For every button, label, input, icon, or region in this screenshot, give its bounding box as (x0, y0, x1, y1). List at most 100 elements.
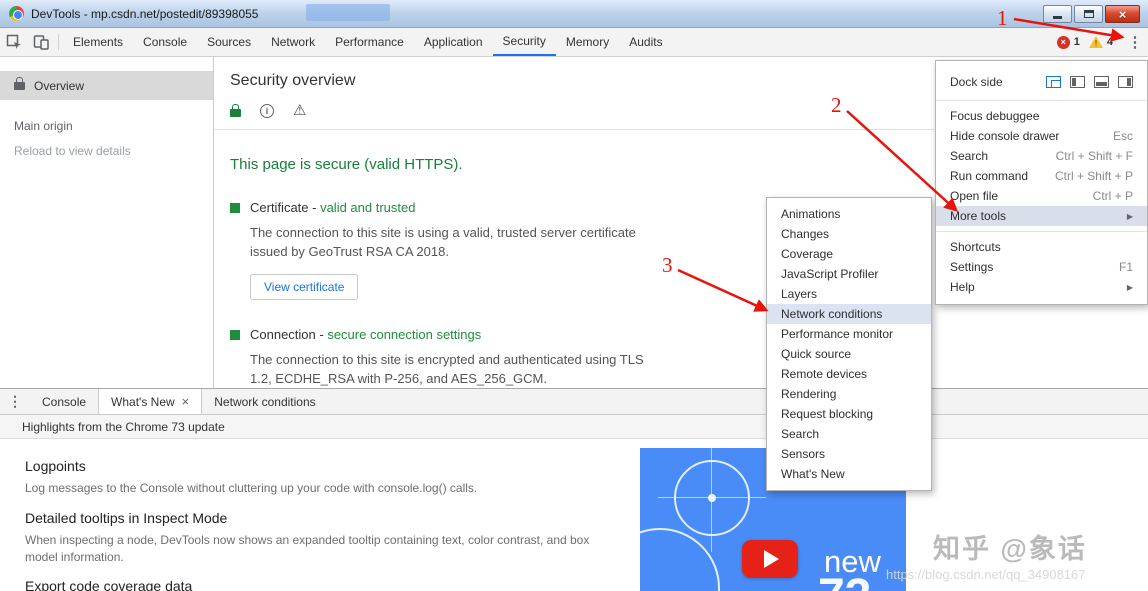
menu-item-quick-source[interactable]: Quick source (767, 344, 931, 364)
menu-item-hide-console-drawer[interactable]: Hide console drawer Esc (936, 126, 1147, 146)
dock-right-icon[interactable] (1118, 75, 1133, 88)
tab-audits[interactable]: Audits (619, 28, 672, 56)
menu-item-label: Help (950, 280, 975, 294)
menu-separator (936, 231, 1147, 232)
maximize-icon (1083, 10, 1094, 18)
whats-new-section: Logpoints Log messages to the Console wi… (25, 458, 1148, 497)
connection-description: The connection to this site is encrypted… (250, 351, 644, 386)
sidebar-item-overview[interactable]: Overview (0, 71, 213, 100)
submenu-arrow-icon: ▶ (1126, 282, 1133, 292)
connection-link[interactable]: secure connection settings (327, 327, 481, 342)
menu-item-whats-new[interactable]: What's New (767, 464, 931, 484)
undock-icon[interactable] (1046, 75, 1061, 88)
drawer-tabbar: ⋮ Console What's New × Network condition… (0, 389, 1148, 415)
submenu-arrow-icon: ▶ (1126, 211, 1133, 221)
menu-item-label: Search (950, 149, 989, 163)
menu-item-search[interactable]: Search (767, 424, 931, 444)
dock-icons (1046, 75, 1133, 88)
drawer-menu-kebab-icon[interactable]: ⋮ (0, 389, 30, 414)
menu-item-help[interactable]: Help ▶ (936, 277, 1147, 297)
close-tab-icon[interactable]: × (182, 395, 190, 408)
decor-circle (640, 528, 720, 591)
menu-item-rendering[interactable]: Rendering (767, 384, 931, 404)
tab-network[interactable]: Network (261, 28, 325, 56)
menu-item-sensors[interactable]: Sensors (767, 444, 931, 464)
dock-bottom-icon[interactable] (1094, 75, 1109, 88)
section-body: Log messages to the Console without clut… (25, 481, 478, 495)
secure-square-icon (230, 203, 240, 213)
view-certificate-button[interactable]: View certificate (250, 273, 359, 300)
tab-elements[interactable]: Elements (63, 28, 133, 56)
menu-item-performance-monitor[interactable]: Performance monitor (767, 324, 931, 344)
maximize-button[interactable] (1074, 5, 1103, 23)
more-tools-submenu: Animations Changes Coverage JavaScript P… (766, 197, 932, 491)
secure-lock-icon[interactable] (230, 103, 241, 117)
tab-performance[interactable]: Performance (325, 28, 414, 56)
youtube-play-button[interactable] (742, 540, 798, 578)
device-toolbar-icon[interactable] (27, 28, 54, 56)
tab-memory[interactable]: Memory (556, 28, 619, 56)
tab-application[interactable]: Application (414, 28, 493, 56)
menu-item-animations[interactable]: Animations (767, 204, 931, 224)
info-icon[interactable]: i (260, 103, 274, 118)
tab-sources[interactable]: Sources (197, 28, 261, 56)
window-controls: × (1043, 5, 1140, 23)
section-body: When inspecting a node, DevTools now sho… (25, 532, 590, 564)
connection-label: Connection - (250, 326, 328, 342)
certificate-link[interactable]: valid and trusted (320, 200, 415, 215)
certificate-label: Certificate - (250, 200, 321, 215)
warning-triangle-icon: ! (1088, 36, 1103, 49)
menu-item-shortcut: Ctrl + P (1092, 189, 1133, 203)
error-badge[interactable]: × 1 (1056, 28, 1080, 56)
drawer-tab-whats-new[interactable]: What's New × (98, 389, 203, 414)
menu-item-more-tools[interactable]: More tools ▶ (936, 206, 1147, 226)
drawer-tab-console[interactable]: Console (30, 389, 98, 414)
secure-square-icon (230, 329, 240, 340)
section-heading: Logpoints (25, 458, 86, 474)
menu-item-label: Hide console drawer (950, 129, 1060, 143)
menu-item-focus-debuggee[interactable]: Focus debuggee (936, 106, 1147, 126)
menu-item-coverage[interactable]: Coverage (767, 244, 931, 264)
tab-console[interactable]: Console (133, 28, 197, 56)
minimize-button[interactable] (1043, 5, 1072, 23)
window-titlebar[interactable]: DevTools - mp.csdn.net/postedit/89398055… (0, 0, 1148, 28)
error-icon: × (1056, 35, 1070, 49)
menu-item-shortcuts[interactable]: Shortcuts (936, 237, 1147, 257)
menu-item-request-blocking[interactable]: Request blocking (767, 404, 931, 424)
play-icon (764, 550, 779, 568)
menu-item-network-conditions[interactable]: Network conditions (767, 304, 931, 324)
sidebar-reload-hint: Reload to view details (14, 144, 131, 158)
menu-item-label: Settings (950, 260, 994, 274)
menu-item-shortcut: Ctrl + Shift + P (1054, 169, 1133, 183)
close-button[interactable]: × (1105, 5, 1140, 23)
menu-item-changes[interactable]: Changes (767, 224, 931, 244)
error-count: 1 (1073, 36, 1080, 48)
menu-item-settings[interactable]: Settings F1 (936, 257, 1147, 277)
drawer-tab-network-conditions[interactable]: Network conditions (202, 389, 327, 414)
menu-item-layers[interactable]: Layers (767, 284, 931, 304)
warning-badge[interactable]: ! 4 (1088, 28, 1113, 56)
decor-line (658, 497, 766, 498)
menu-item-javascript-profiler[interactable]: JavaScript Profiler (767, 264, 931, 284)
tab-security[interactable]: Security (492, 28, 556, 56)
menu-item-label: Focus debuggee (950, 109, 1040, 123)
promo-new-text: new (824, 544, 881, 579)
menu-item-run-command[interactable]: Run command Ctrl + Shift + P (936, 166, 1147, 186)
dock-left-icon[interactable] (1070, 75, 1085, 88)
menu-item-label: Run command (950, 169, 1029, 183)
warning-icon[interactable]: ⚠ (293, 103, 306, 118)
devtools-main-menu: Dock side Focus debuggee Hide console dr… (935, 60, 1148, 305)
menu-item-remote-devices[interactable]: Remote devices (767, 364, 931, 384)
devtools-tabbar: Elements Console Sources Network Perform… (0, 28, 1148, 57)
sidebar-main-origin-label: Main origin (14, 119, 73, 133)
warning-count: 4 (1106, 36, 1113, 48)
menu-item-search[interactable]: Search Ctrl + Shift + F (936, 146, 1147, 166)
menu-item-open-file[interactable]: Open file Ctrl + P (936, 186, 1147, 206)
svg-text:!: ! (1095, 39, 1098, 49)
window-title: DevTools - mp.csdn.net/postedit/89398055 (31, 6, 259, 21)
main-menu-kebab-icon[interactable]: ⋮ (1122, 28, 1148, 56)
menu-item-label: Shortcuts (950, 240, 1001, 254)
decor-dot (708, 494, 716, 502)
security-sidebar: Overview Main origin Reload to view deta… (0, 57, 214, 388)
inspect-element-icon[interactable] (0, 28, 27, 56)
